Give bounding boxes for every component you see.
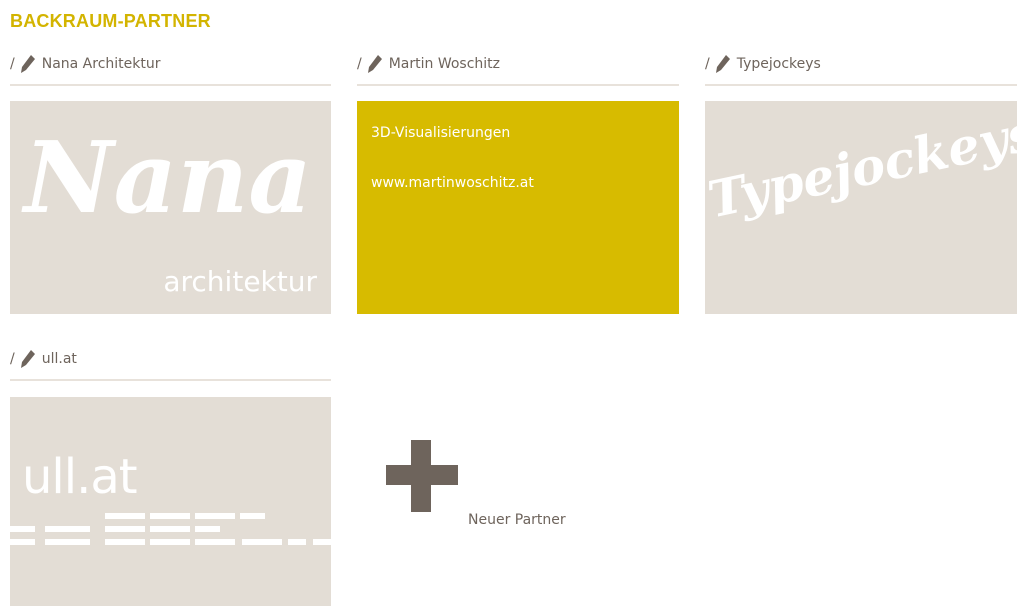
partner-header-typejockeys: / Typejockeys — [705, 44, 1017, 86]
ull-logo-text: ull.at — [22, 449, 138, 505]
partner-header-ull: / ull.at — [10, 339, 331, 381]
new-partner-label[interactable]: Neuer Partner — [468, 512, 566, 528]
slash-separator: / — [357, 56, 362, 72]
pencil-icon[interactable] — [20, 350, 35, 368]
plus-icon[interactable] — [386, 440, 458, 512]
partner-tile-typejockeys[interactable]: Typejockeys — [705, 101, 1017, 314]
partner-name[interactable]: Typejockeys — [737, 56, 821, 72]
slash-separator: / — [10, 351, 15, 367]
partner-description: 3D-Visualisierungen — [371, 125, 511, 141]
nana-logo-script: Nana — [24, 121, 312, 236]
page-title: BACKRAUM-PARTNER — [10, 11, 211, 31]
partner-tile-ull[interactable]: ull.at — [10, 397, 331, 606]
pencil-icon[interactable] — [715, 55, 730, 73]
partner-header-nana: / Nana Architektur — [10, 44, 331, 86]
partner-url[interactable]: www.martinwoschitz.at — [371, 175, 534, 191]
typejockeys-logo: Typejockeys — [705, 102, 1017, 230]
partner-name[interactable]: Martin Woschitz — [389, 56, 500, 72]
nana-logo-sub: architektur — [163, 265, 317, 298]
partner-header-martin: / Martin Woschitz — [357, 44, 679, 86]
partner-name[interactable]: Nana Architektur — [42, 56, 161, 72]
partner-name[interactable]: ull.at — [42, 351, 77, 367]
partner-tile-martin[interactable]: 3D-Visualisierungen www.martinwoschitz.a… — [357, 101, 679, 314]
slash-separator: / — [705, 56, 710, 72]
pencil-icon[interactable] — [20, 55, 35, 73]
pencil-icon[interactable] — [367, 55, 382, 73]
slash-separator: / — [10, 56, 15, 72]
ull-logo-bars — [10, 513, 331, 545]
partner-tile-nana[interactable]: Nana architektur — [10, 101, 331, 314]
